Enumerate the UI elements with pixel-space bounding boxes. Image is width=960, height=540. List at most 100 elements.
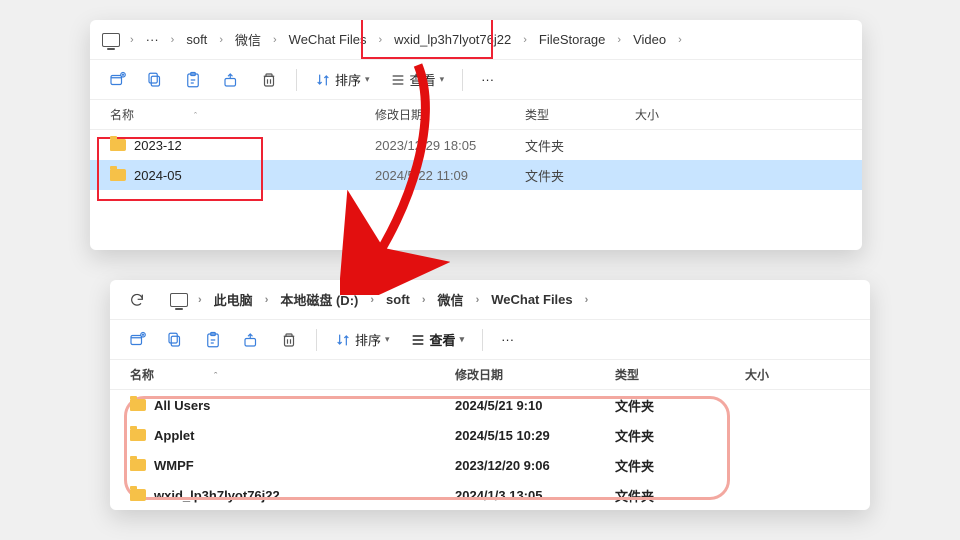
address-bar: › 此电脑 › 本地磁盘 (D:) › soft › 微信 › WeChat F…: [110, 280, 870, 320]
chevron-right-icon: ›: [611, 34, 627, 46]
folder-icon: [110, 139, 126, 151]
copy-icon[interactable]: [158, 325, 192, 355]
separator: [316, 329, 317, 351]
paste-icon[interactable]: [176, 65, 210, 95]
folder-icon: [130, 459, 146, 471]
toolbar: 排序 ▾ 查看 ▾ ···: [110, 320, 870, 360]
more-icon: ···: [501, 332, 514, 347]
view-button[interactable]: 查看 ▾: [402, 326, 473, 353]
breadcrumb-item[interactable]: soft: [182, 28, 211, 51]
table-row[interactable]: WMPF 2023/12/20 9:06 文件夹: [110, 450, 870, 480]
chevron-right-icon: ›: [470, 294, 486, 306]
separator: [482, 329, 483, 351]
sort-button[interactable]: 排序 ▾: [327, 326, 398, 353]
file-type: 文件夹: [525, 166, 635, 185]
delete-icon[interactable]: [272, 325, 306, 355]
more-icon: ···: [481, 72, 494, 87]
chevron-right-icon: ›: [517, 34, 533, 46]
file-type: 文件夹: [615, 486, 745, 505]
breadcrumb-item[interactable]: 本地磁盘 (D:): [276, 286, 362, 313]
share-icon[interactable]: [234, 325, 268, 355]
table-row[interactable]: All Users 2024/5/21 9:10 文件夹: [110, 390, 870, 420]
column-name-label: 名称: [130, 368, 154, 382]
new-folder-icon[interactable]: [120, 325, 154, 355]
chevron-right-icon: ›: [213, 34, 229, 46]
folder-icon: [130, 429, 146, 441]
breadcrumb-item[interactable]: WeChat Files: [487, 288, 576, 311]
copy-icon[interactable]: [138, 65, 172, 95]
separator: [296, 69, 297, 91]
more-button[interactable]: ···: [473, 68, 502, 91]
breadcrumb-item[interactable]: 微信: [231, 26, 265, 53]
chevron-right-icon: ›: [165, 34, 181, 46]
file-date: 2024/1/3 13:05: [455, 488, 615, 503]
breadcrumb-item[interactable]: Video: [629, 28, 670, 51]
column-size[interactable]: 大小: [635, 106, 715, 123]
chevron-down-icon: ▾: [440, 74, 445, 85]
column-name[interactable]: 名称 ˆ: [130, 366, 455, 383]
breadcrumb-item[interactable]: 微信: [434, 286, 468, 313]
file-name: 2024-05: [134, 168, 182, 183]
chevron-down-icon: ▾: [385, 334, 390, 345]
sort-label: 排序: [335, 70, 361, 89]
file-name: WMPF: [154, 458, 194, 473]
table-row[interactable]: 2023-12 2023/12/29 18:05 文件夹: [90, 130, 862, 160]
breadcrumb-item[interactable]: wxid_lp3h7lyot76j22: [390, 28, 515, 51]
more-button[interactable]: ···: [493, 328, 522, 351]
column-type[interactable]: 类型: [525, 106, 635, 123]
view-label: 查看: [430, 330, 456, 349]
toolbar: 排序 ▾ 查看 ▾ ···: [90, 60, 862, 100]
file-type: 文件夹: [525, 136, 635, 155]
column-name[interactable]: 名称 ˆ: [110, 106, 375, 123]
chevron-right-icon: ›: [416, 294, 432, 306]
folder-icon: [110, 169, 126, 181]
chevron-right-icon: ›: [364, 294, 380, 306]
breadcrumb-item[interactable]: 此电脑: [210, 286, 257, 313]
address-bar: › ··· › soft › 微信 › WeChat Files › wxid_…: [90, 20, 862, 60]
this-pc-icon[interactable]: [170, 293, 188, 307]
folder-icon: [130, 399, 146, 411]
file-type: 文件夹: [615, 396, 745, 415]
column-date[interactable]: 修改日期: [455, 366, 615, 383]
column-type[interactable]: 类型: [615, 366, 745, 383]
explorer-window-2: › 此电脑 › 本地磁盘 (D:) › soft › 微信 › WeChat F…: [110, 280, 870, 510]
column-headers: 名称 ˆ 修改日期 类型 大小: [110, 360, 870, 390]
chevron-right-icon: ›: [672, 34, 688, 46]
new-folder-icon[interactable]: [100, 65, 134, 95]
chevron-down-icon: ▾: [365, 74, 370, 85]
column-name-label: 名称: [110, 108, 134, 122]
sort-button[interactable]: 排序 ▾: [307, 66, 378, 93]
share-icon[interactable]: [214, 65, 248, 95]
file-date: 2024/5/15 10:29: [455, 428, 615, 443]
file-name: All Users: [154, 398, 210, 413]
table-row[interactable]: wxid_lp3h7lyot76j22 2024/1/3 13:05 文件夹: [110, 480, 870, 510]
chevron-right-icon: ›: [259, 294, 275, 306]
view-button[interactable]: 查看 ▾: [382, 66, 453, 93]
paste-icon[interactable]: [196, 325, 230, 355]
breadcrumb-item[interactable]: WeChat Files: [285, 28, 371, 51]
chevron-right-icon: ›: [124, 34, 140, 46]
separator: [462, 69, 463, 91]
chevron-down-icon: ▾: [460, 334, 465, 345]
column-date[interactable]: 修改日期: [375, 106, 525, 123]
chevron-right-icon: ›: [579, 294, 595, 306]
file-type: 文件夹: [615, 456, 745, 475]
file-name: wxid_lp3h7lyot76j22: [154, 488, 280, 503]
sort-caret-icon: ˆ: [214, 371, 217, 381]
sort-caret-icon: ˆ: [194, 111, 197, 121]
table-row[interactable]: Applet 2024/5/15 10:29 文件夹: [110, 420, 870, 450]
breadcrumb-item[interactable]: FileStorage: [535, 28, 609, 51]
file-type: 文件夹: [615, 426, 745, 445]
this-pc-icon[interactable]: [102, 33, 120, 47]
column-size[interactable]: 大小: [745, 366, 815, 383]
breadcrumb-ellipsis[interactable]: ···: [142, 28, 163, 51]
breadcrumb-item[interactable]: soft: [382, 288, 414, 311]
delete-icon[interactable]: [252, 65, 286, 95]
table-row-selected[interactable]: 2024-05 2024/5/22 11:09 文件夹: [90, 160, 862, 190]
file-date: 2024/5/22 11:09: [375, 168, 525, 183]
chevron-right-icon: ›: [372, 34, 388, 46]
refresh-icon[interactable]: [120, 285, 154, 315]
chevron-right-icon: ›: [192, 294, 208, 306]
sort-label: 排序: [355, 330, 381, 349]
file-date: 2023/12/29 18:05: [375, 138, 525, 153]
